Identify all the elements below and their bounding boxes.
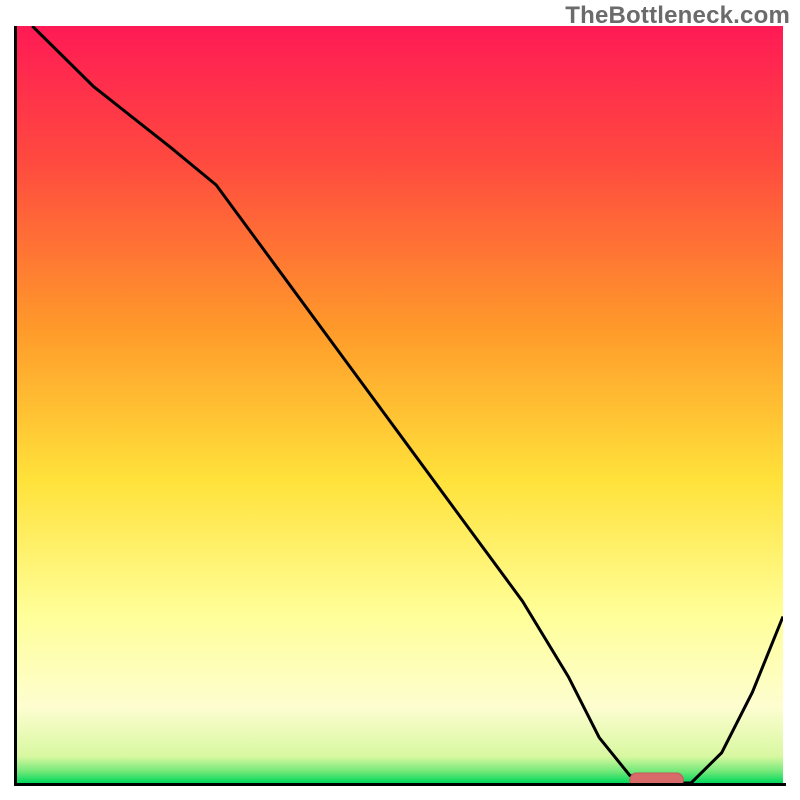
plot-surface <box>17 26 783 783</box>
gradient-background <box>17 26 783 783</box>
optimal-range-marker <box>630 773 684 783</box>
chart-container: TheBottleneck.com <box>0 0 800 800</box>
